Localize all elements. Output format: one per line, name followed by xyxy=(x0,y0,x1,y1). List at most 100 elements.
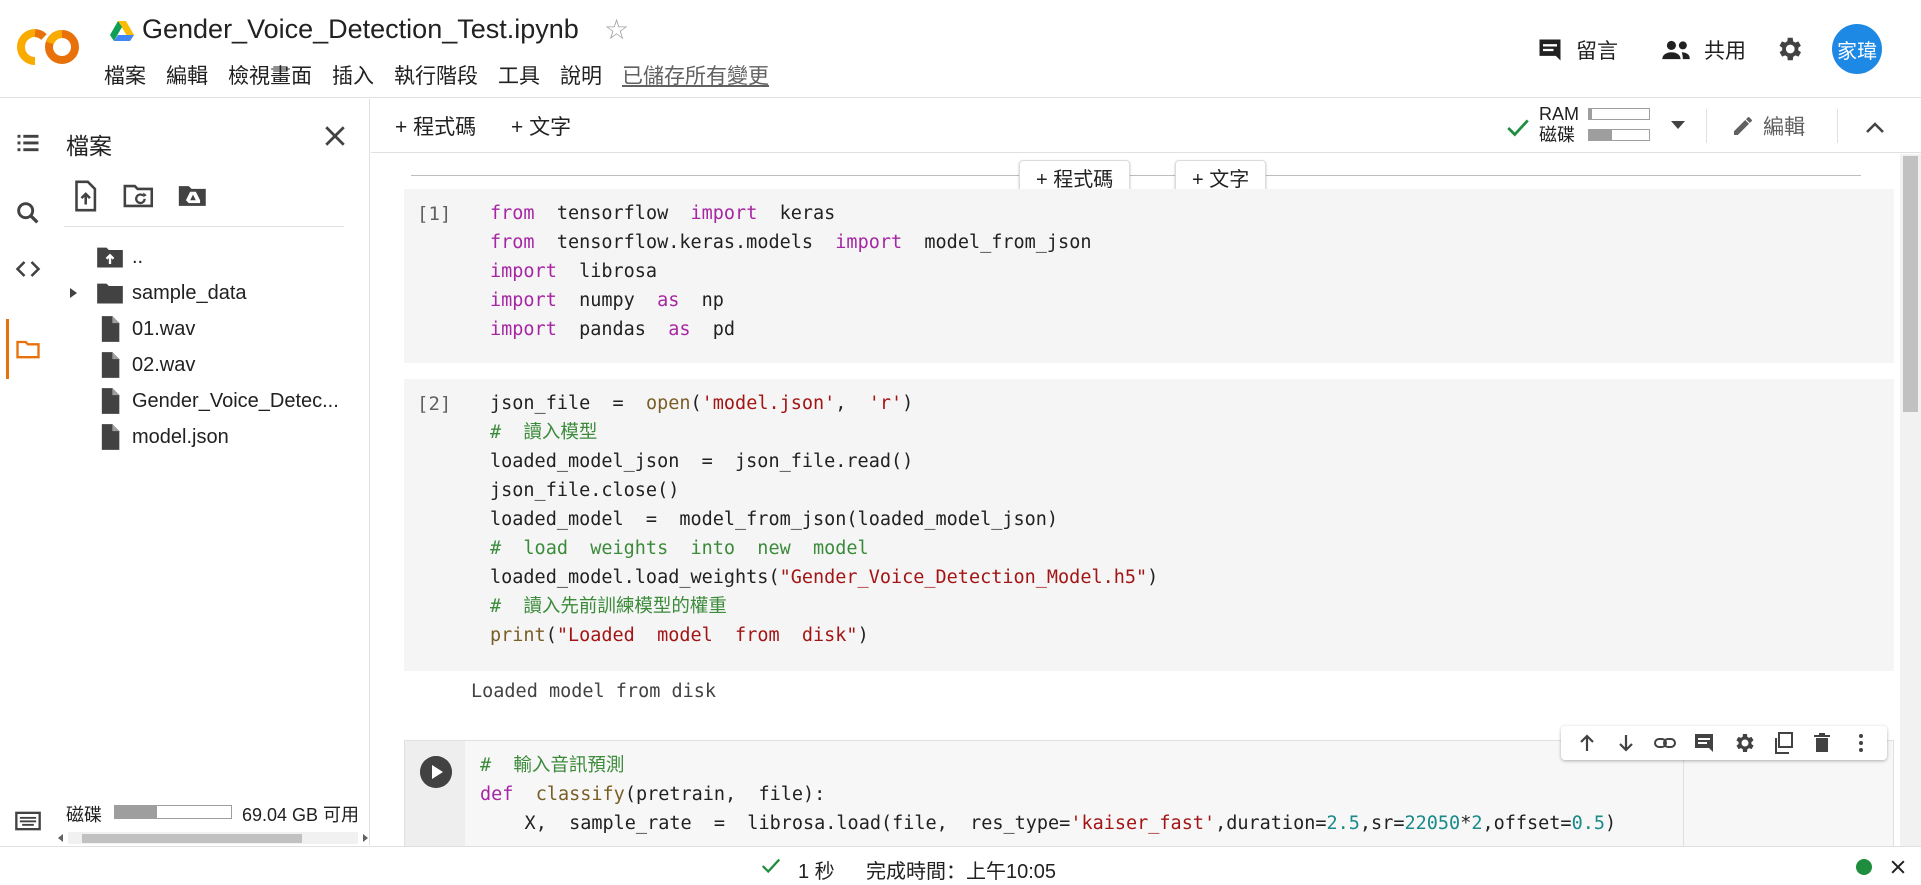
disk-bar xyxy=(1588,129,1650,141)
cell-output: Loaded model from disk xyxy=(471,681,717,702)
menu-runtime[interactable]: 執行階段 xyxy=(384,58,488,92)
menu-edit[interactable]: 編輯 xyxy=(156,58,218,92)
close-icon[interactable] xyxy=(320,121,350,151)
rail-active-indicator xyxy=(6,319,9,379)
ram-label: RAM xyxy=(1539,104,1579,124)
menu-view[interactable]: 檢視畫面 xyxy=(218,58,322,92)
add-text-button[interactable]: + 文字 xyxy=(511,111,571,141)
notebook-title[interactable]: Gender_Voice_Detection_Test.ipynb xyxy=(142,14,579,45)
menu-help[interactable]: 說明 xyxy=(550,58,612,92)
colab-logo[interactable] xyxy=(16,26,82,68)
file-panel-title: 檔案 xyxy=(66,133,112,159)
gear-icon[interactable] xyxy=(1774,34,1804,64)
toolbar-divider xyxy=(1837,109,1838,143)
folder-icon[interactable] xyxy=(14,335,42,363)
menu-insert[interactable]: 插入 xyxy=(322,58,384,92)
share-label: 共用 xyxy=(1704,40,1746,63)
completion-time: 完成時間：上午10:05 xyxy=(866,861,1057,883)
file-name: .. xyxy=(132,245,144,268)
menu-file[interactable]: 檔案 xyxy=(94,58,156,92)
file-tree: .. sample_data 01.wav 02.wav Gender_Voic… xyxy=(56,239,370,455)
delete-icon[interactable] xyxy=(1810,731,1834,755)
mirror-cell-icon[interactable] xyxy=(1771,731,1795,755)
scrollbar-thumb[interactable] xyxy=(1903,156,1918,412)
people-icon xyxy=(1662,40,1690,60)
scroll-left-icon[interactable] xyxy=(56,833,66,843)
code-cell[interactable]: [1] from tensorflow import keras from te… xyxy=(404,189,1894,363)
disk-usage-bar xyxy=(114,805,232,819)
header: Gender_Voice_Detection_Test.ipynb ☆ 檔案 編… xyxy=(0,0,1921,98)
scrollbar-thumb[interactable] xyxy=(82,834,302,843)
mount-drive-icon[interactable] xyxy=(176,179,210,213)
menubar: 檔案 編輯 檢視畫面 插入 執行階段 工具 說明 已儲存所有變更 xyxy=(94,60,779,90)
vertical-scrollbar[interactable] xyxy=(1900,154,1921,846)
edit-mode-button[interactable]: 編輯 xyxy=(1731,111,1805,141)
execution-duration: 1 秒 xyxy=(798,861,835,883)
list-item[interactable]: 01.wav xyxy=(56,311,370,347)
notebook-area: + 程式碼 + 文字 [1] from tensorflow import ke… xyxy=(371,154,1901,846)
status-bar: 1 秒 完成時間：上午10:05 xyxy=(0,846,1921,885)
disk-usage-fill xyxy=(115,806,157,818)
share-button[interactable]: 共用 xyxy=(1660,32,1746,68)
chevron-down-icon[interactable] xyxy=(1669,118,1687,132)
terminal-icon[interactable] xyxy=(14,807,42,835)
move-down-icon[interactable] xyxy=(1614,731,1638,755)
comment-button[interactable]: 留言 xyxy=(1536,32,1618,68)
connection-status-dot xyxy=(1856,859,1872,875)
cell-gutter xyxy=(405,741,465,846)
cell-settings-icon[interactable] xyxy=(1732,731,1756,755)
disk-free-text: 69.04 GB 可用 xyxy=(242,805,360,825)
file-icon xyxy=(101,352,120,378)
more-icon[interactable] xyxy=(1849,731,1873,755)
disk-label: 磁碟 xyxy=(1539,125,1575,145)
horizontal-scrollbar[interactable] xyxy=(56,829,370,845)
run-cell-button[interactable] xyxy=(420,756,452,788)
pencil-icon xyxy=(1734,117,1752,135)
list-item[interactable]: sample_data xyxy=(56,275,370,311)
list-item[interactable]: 02.wav xyxy=(56,347,370,383)
folder-up-icon xyxy=(97,247,123,268)
file-icon xyxy=(101,388,120,414)
file-icon xyxy=(101,424,120,450)
code-ruler xyxy=(1683,754,1684,846)
link-icon[interactable] xyxy=(1653,731,1677,755)
menu-tools[interactable]: 工具 xyxy=(488,58,550,92)
comment-icon[interactable] xyxy=(1692,731,1716,755)
expand-arrow-icon[interactable] xyxy=(66,286,80,300)
code-editor[interactable]: # 輸入音訊預測 def classify(pretrain, file): X… xyxy=(480,751,1616,838)
left-rail xyxy=(0,99,56,845)
list-item[interactable]: model.json xyxy=(56,419,370,455)
saved-status-link[interactable]: 已儲存所有變更 xyxy=(612,58,779,92)
move-up-icon[interactable] xyxy=(1575,731,1599,755)
google-drive-icon[interactable] xyxy=(110,20,134,42)
star-icon[interactable]: ☆ xyxy=(604,14,629,46)
edit-label: 編輯 xyxy=(1763,116,1805,139)
code-snippets-icon[interactable] xyxy=(14,255,42,283)
file-name: 01.wav xyxy=(132,317,196,340)
file-name: sample_data xyxy=(132,281,247,304)
avatar[interactable]: 家瑋 xyxy=(1832,24,1882,74)
close-icon[interactable] xyxy=(1888,857,1908,877)
resource-monitor[interactable]: RAM 磁碟 xyxy=(1539,104,1579,146)
list-item[interactable]: Gender_Voice_Detec... xyxy=(56,383,370,419)
folder-icon xyxy=(97,283,123,304)
list-item[interactable]: .. xyxy=(56,239,370,275)
code-editor[interactable]: from tensorflow import keras from tensor… xyxy=(490,199,1091,344)
execution-count: [1] xyxy=(417,203,452,225)
toc-icon[interactable] xyxy=(14,129,42,157)
disk-usage: 磁碟 69.04 GB 可用 xyxy=(56,799,370,829)
refresh-folder-icon[interactable] xyxy=(122,179,156,213)
disk-fill xyxy=(1589,130,1612,140)
upload-file-icon[interactable] xyxy=(68,179,102,213)
scroll-right-icon[interactable] xyxy=(360,833,370,843)
file-panel: 檔案 .. sample_data 01.wav 02.wav Gender_V… xyxy=(56,99,370,845)
search-icon[interactable] xyxy=(14,199,42,227)
file-name: model.json xyxy=(132,425,229,448)
check-icon xyxy=(761,858,781,874)
file-icon xyxy=(101,316,120,342)
add-code-button[interactable]: + 程式碼 xyxy=(395,111,476,141)
connected-check-icon xyxy=(1507,119,1529,137)
code-editor[interactable]: json_file = open('model.json', 'r') # 讀入… xyxy=(490,389,1158,650)
chevron-up-icon[interactable] xyxy=(1863,117,1887,137)
code-cell[interactable]: [2] json_file = open('model.json', 'r') … xyxy=(404,379,1894,671)
